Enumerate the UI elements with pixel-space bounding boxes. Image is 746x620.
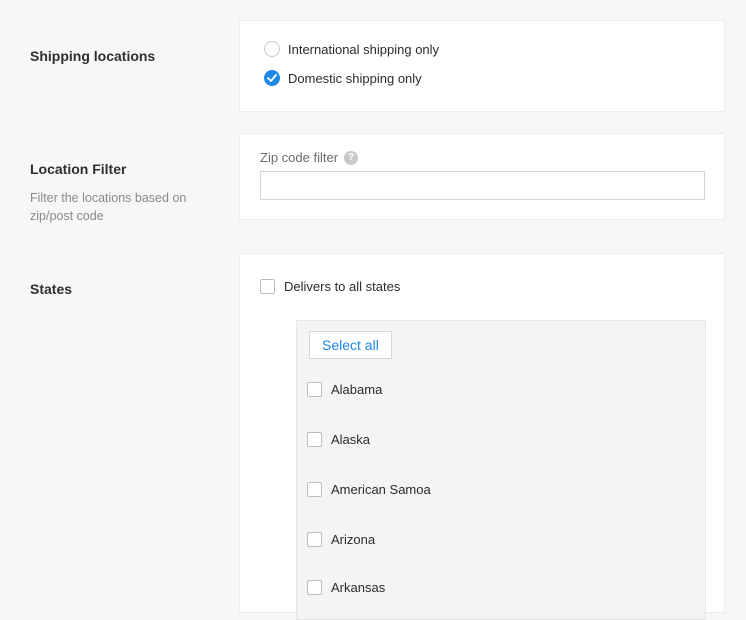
delivers-to-all-states-checkbox[interactable] — [260, 279, 275, 294]
international-shipping-label: International shipping only — [288, 41, 440, 57]
list-item-american-samoa[interactable]: American Samoa — [307, 482, 431, 497]
states-label: States — [30, 281, 73, 297]
zip-code-filter-input[interactable] — [260, 171, 705, 200]
shipping-locations-card: International shipping only Domestic shi… — [239, 20, 725, 112]
state-label: American Samoa — [331, 482, 431, 497]
domestic-shipping-option[interactable]: Domestic shipping only — [264, 68, 422, 88]
list-item-alabama[interactable]: Alabama — [307, 382, 382, 397]
state-checkbox[interactable] — [307, 382, 322, 397]
state-label: Arizona — [331, 532, 376, 547]
domestic-shipping-radio[interactable] — [264, 70, 280, 86]
delivers-to-all-states-option[interactable]: Delivers to all states — [260, 279, 400, 294]
list-item-alaska[interactable]: Alaska — [307, 432, 370, 447]
list-item-arizona[interactable]: Arizona — [307, 532, 375, 547]
state-label: Alabama — [331, 382, 383, 397]
list-item-arkansas[interactable]: Arkansas — [307, 580, 385, 595]
location-filter-label: Location Filter — [30, 161, 127, 177]
location-filter-card: Zip code filter ? — [239, 133, 725, 220]
state-checkbox[interactable] — [307, 580, 322, 595]
international-shipping-option[interactable]: International shipping only — [264, 39, 439, 59]
state-checkbox[interactable] — [307, 432, 322, 447]
state-checkbox[interactable] — [307, 482, 322, 497]
state-label: Alaska — [331, 432, 371, 447]
states-list: Select all Alabama Alaska American Samoa… — [296, 320, 706, 620]
shipping-locations-label: Shipping locations — [30, 48, 156, 64]
zip-code-filter-text: Zip code filter — [260, 150, 339, 165]
select-all-button[interactable]: Select all — [309, 331, 392, 359]
zip-code-filter-label: Zip code filter ? — [260, 150, 359, 165]
domestic-shipping-label: Domestic shipping only — [288, 70, 422, 86]
question-mark-icon[interactable]: ? — [344, 150, 359, 165]
international-shipping-radio[interactable] — [264, 41, 280, 57]
state-checkbox[interactable] — [307, 532, 322, 547]
delivers-to-all-states-label: Delivers to all states — [284, 279, 401, 294]
location-filter-description: Filter the locations based on zip/post c… — [30, 191, 187, 223]
checkmark-icon — [267, 74, 277, 82]
state-label: Arkansas — [331, 580, 386, 595]
states-card: Delivers to all states Select all Alabam… — [239, 253, 725, 620]
